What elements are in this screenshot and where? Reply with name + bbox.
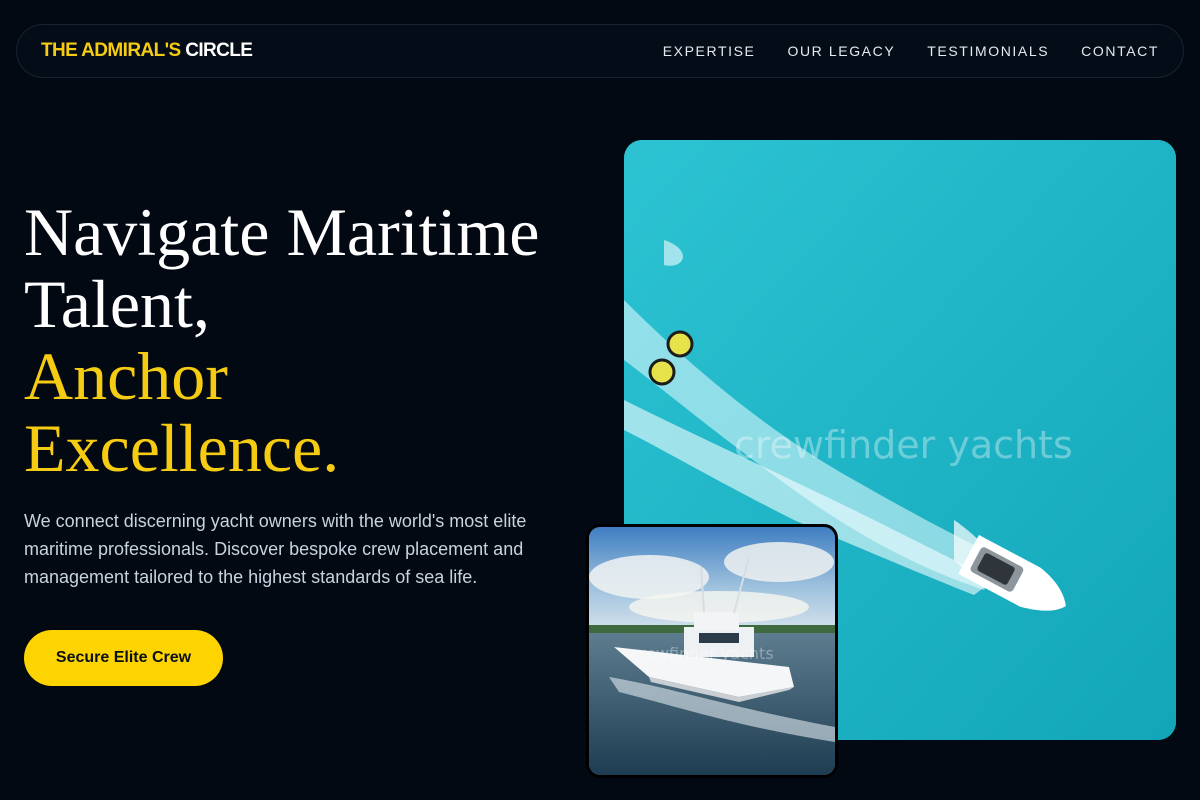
sportfishing-yacht-image: crewfinder yachts	[586, 524, 838, 778]
nav-link-our-legacy[interactable]: OUR LEGACY	[787, 43, 895, 59]
nav-links: EXPERTISE OUR LEGACY TESTIMONIALS CONTAC…	[663, 43, 1159, 59]
hero-title-line-2: Talent,	[24, 266, 210, 342]
sportfishing-yacht-illustration: crewfinder yachts	[589, 527, 835, 775]
top-navbar: THE ADMIRAL'S CIRCLE EXPERTISE OUR LEGAC…	[16, 24, 1184, 78]
hero-title-line-1: Navigate Maritime	[24, 194, 540, 270]
hero-title-line-3: Anchor	[24, 338, 228, 414]
brand-logo[interactable]: THE ADMIRAL'S CIRCLE	[41, 40, 253, 62]
hero-description: We connect discerning yacht owners with …	[24, 511, 527, 587]
hero-title-line-4: Excellence.	[24, 410, 340, 486]
main-image-watermark: crewfinder yachts	[734, 423, 1073, 467]
small-image-watermark: crewfinder yachts	[631, 644, 774, 663]
nav-link-testimonials[interactable]: TESTIMONIALS	[927, 43, 1049, 59]
secure-elite-crew-button[interactable]: Secure Elite Crew	[24, 630, 223, 686]
hero-title: Navigate Maritime Talent, Anchor Excelle…	[24, 196, 604, 484]
logo-text-primary: THE ADMIRAL'S	[41, 40, 181, 61]
nav-link-expertise[interactable]: EXPERTISE	[663, 43, 756, 59]
nav-link-contact[interactable]: CONTACT	[1081, 43, 1159, 59]
logo-text-secondary: CIRCLE	[185, 40, 253, 61]
